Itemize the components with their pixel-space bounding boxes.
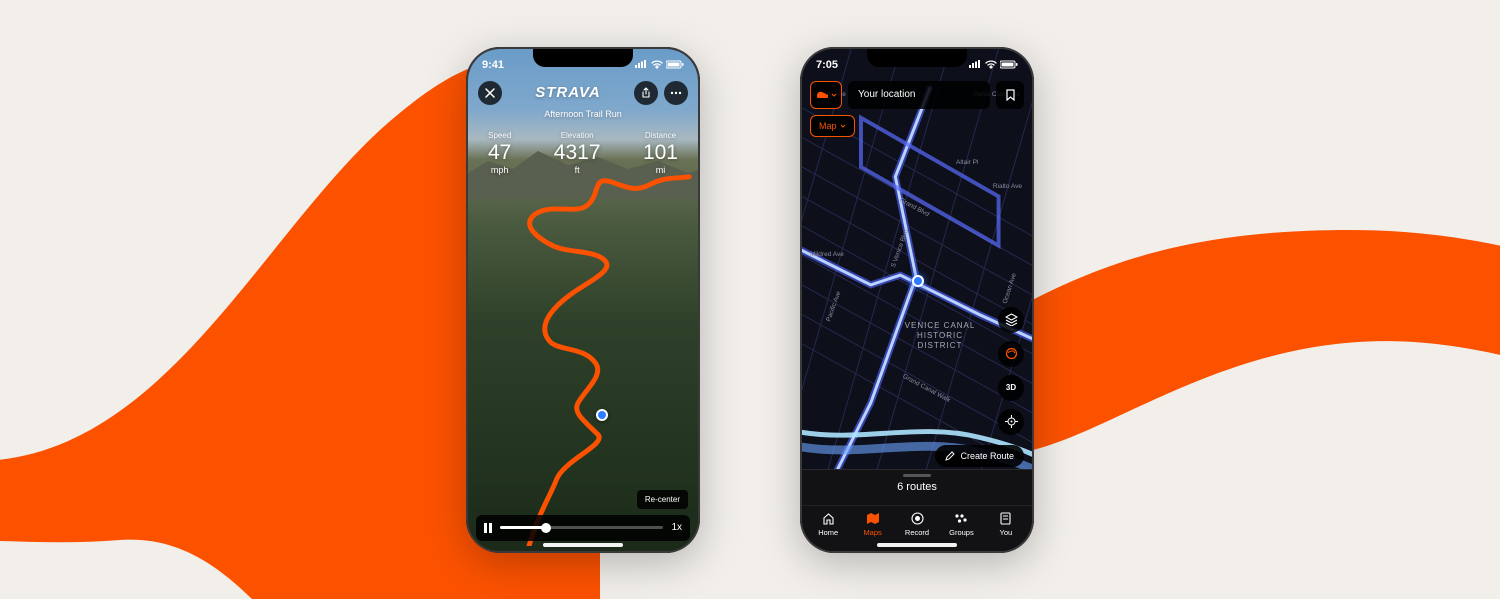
map-fab-stack: 3D	[998, 307, 1024, 435]
phone-maps: VENICE CANALHISTORICDISTRICT Electric Av…	[800, 47, 1034, 553]
bookmark-icon	[1006, 89, 1015, 101]
home-icon	[822, 512, 835, 525]
pencil-icon	[945, 451, 955, 461]
phone-flyover: 9:41 STRAVA	[466, 47, 700, 553]
close-button[interactable]	[478, 81, 502, 105]
more-icon	[670, 91, 682, 95]
share-button[interactable]	[634, 81, 658, 105]
tab-you[interactable]: You	[984, 511, 1028, 537]
status-time: 7:05	[816, 59, 838, 71]
stats-row: Speed 47 mph Elevation 4317 ft Distance …	[478, 131, 688, 175]
status-icons	[968, 60, 1018, 69]
map-type-selector[interactable]: Map	[810, 115, 855, 137]
layers-icon	[1005, 313, 1018, 326]
battery-icon	[1000, 60, 1018, 69]
status-time: 9:41	[482, 59, 504, 71]
shoe-icon	[816, 90, 829, 99]
layers-button[interactable]	[998, 307, 1024, 333]
sheet-grabber[interactable]	[903, 474, 931, 477]
wifi-icon	[985, 60, 997, 69]
3d-toggle-button[interactable]: 3D	[998, 375, 1024, 401]
maps-icon	[866, 512, 880, 525]
pause-button[interactable]	[484, 523, 492, 533]
recenter-button[interactable]: Re-center	[637, 490, 688, 509]
street-mildred: Mildred Ave	[810, 251, 844, 258]
share-icon	[641, 87, 651, 98]
create-route-button[interactable]: Create Route	[935, 445, 1024, 467]
chevron-down-icon	[840, 124, 846, 128]
record-icon	[911, 512, 924, 525]
routes-sheet[interactable]: 6 routes	[802, 469, 1032, 505]
locate-icon	[1005, 415, 1018, 428]
battery-icon	[666, 60, 684, 69]
playback-speed[interactable]: 1x	[671, 522, 682, 533]
stat-elevation: Elevation 4317 ft	[554, 131, 601, 175]
tab-groups[interactable]: Groups	[939, 511, 983, 537]
signal-icon	[968, 60, 982, 69]
you-icon	[1000, 512, 1011, 525]
location-search[interactable]: Your location	[848, 81, 990, 109]
current-position-dot	[596, 409, 608, 421]
chevron-down-icon	[831, 93, 837, 97]
routes-count: 6 routes	[897, 481, 937, 493]
locate-button[interactable]	[998, 409, 1024, 435]
close-icon	[485, 88, 495, 98]
tab-home[interactable]: Home	[806, 511, 850, 537]
district-label: VENICE CANALHISTORICDISTRICT	[905, 321, 976, 352]
sport-selector[interactable]	[810, 81, 842, 109]
status-icons	[634, 60, 684, 69]
phone-mockups: 9:41 STRAVA	[0, 0, 1500, 599]
more-button[interactable]	[664, 81, 688, 105]
street-altair: Altair Pl	[956, 159, 978, 166]
activity-title: Afternoon Trail Run	[478, 109, 688, 119]
heat-icon	[1005, 347, 1018, 360]
your-location-dot	[912, 275, 924, 287]
tab-record[interactable]: Record	[895, 511, 939, 537]
signal-icon	[634, 60, 648, 69]
tab-maps[interactable]: Maps	[850, 511, 894, 537]
groups-icon	[954, 513, 968, 524]
bookmarks-button[interactable]	[996, 81, 1024, 109]
flyover-header: STRAVA Afternoon Trail Run Speed 47	[468, 81, 698, 175]
maps-top-controls: Your location	[810, 81, 1024, 109]
stat-distance: Distance 101 mi	[643, 131, 678, 175]
playback-bar: 1x	[476, 515, 690, 541]
brand-logo: STRAVA	[502, 84, 634, 101]
heat-toggle-button[interactable]	[998, 341, 1024, 367]
street-rialto: Rialto Ave	[993, 183, 1022, 190]
stat-speed: Speed 47 mph	[488, 131, 511, 175]
playback-slider[interactable]	[500, 526, 663, 529]
wifi-icon	[651, 60, 663, 69]
